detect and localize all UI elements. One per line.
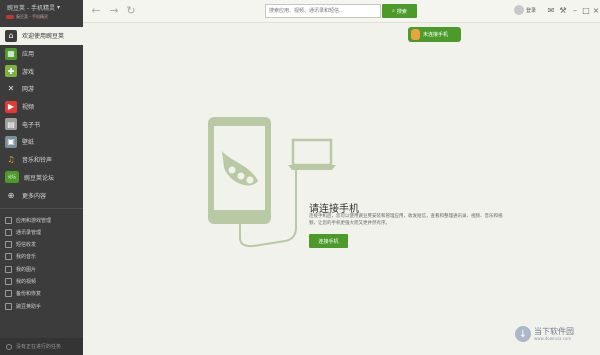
gamepad-icon: ✚ [5, 65, 17, 78]
search-input[interactable] [265, 4, 381, 18]
backup-icon [5, 290, 12, 298]
sidebar-subitem-label: 通讯录管理 [16, 229, 42, 236]
sidebar-subitem-label: 我的音乐 [16, 254, 37, 261]
sidebar-item-label: 欢迎使用豌豆荚 [22, 33, 65, 41]
sidebar-item-label: 电子书 [22, 121, 41, 129]
sidebar-nav: ⌂ 欢迎使用豌豆荚 ▦ 应用 ✚ 游戏 ✕ 网游 ▶ 视频 ▤ 电子书 ▣ 壁纸… [0, 27, 83, 312]
brand-pill-icon [6, 15, 14, 19]
task-status-icon [6, 343, 12, 350]
connect-phone-button[interactable]: 连接手机 [309, 234, 348, 248]
sidebar-subitem-label: 短信收发 [16, 242, 37, 249]
sidebar-subitem-my-videos[interactable]: 我的视频 [0, 275, 83, 287]
back-arrow-icon[interactable]: ← [90, 5, 102, 17]
sidebar-item-label: 应用 [22, 51, 35, 59]
app-title-text: 豌豆荚 - 手机精灵 [7, 5, 55, 12]
assistant-icon [5, 302, 12, 310]
sidebar-subitem-label: 豌豆荚助手 [16, 303, 42, 310]
phone-laptop-illustration [208, 117, 336, 248]
search-button-label: 搜索 [396, 8, 407, 15]
watermark-text-block: 当下软件园 www.downxia.com [534, 327, 574, 341]
minimize-icon[interactable]: – [570, 5, 580, 17]
sidebar-item-welcome[interactable]: ⌂ 欢迎使用豌豆荚 [0, 27, 83, 45]
chevron-down-icon[interactable]: ▾ [57, 4, 60, 11]
sidebar-item-label: 豌豆荚论坛 [24, 174, 55, 182]
laptop-base-shape [288, 165, 336, 170]
search-button[interactable]: ⌕ 搜索 [382, 4, 417, 18]
sidebar-item-wallpaper[interactable]: ▣ 壁纸 [0, 133, 83, 151]
search-icon: ⌕ [392, 8, 395, 14]
forum-icon: 论坛 [5, 171, 19, 184]
login-area[interactable]: 登录 [514, 5, 536, 15]
task-status-bar: 没有正在进行的任务 [0, 338, 83, 355]
apps-icon: ▦ [5, 47, 17, 60]
sidebar-divider [0, 207, 83, 209]
sidebar-item-label: 壁纸 [22, 139, 35, 147]
sidebar-subitem-label: 备份和恢复 [16, 291, 42, 298]
app-title: 豌豆荚 - 手机精灵 ▾ [7, 3, 60, 12]
sidebar-subitem-app-manager[interactable]: 应用和游戏管理 [0, 214, 83, 226]
wallpaper-icon: ▣ [5, 135, 17, 148]
sidebar-subitem-my-pictures[interactable]: 我的图片 [0, 263, 83, 275]
connect-prompt-description: 连接手机后，您可以使用豌豆荚安装和管理应用，收发短信，查看和整理通讯录、视频、音… [309, 214, 503, 226]
sidebar-item-label: 网游 [22, 86, 35, 94]
sidebar-item-apps[interactable]: ▦ 应用 [0, 45, 83, 63]
sidebar-subitem-label: 我的视频 [16, 279, 37, 285]
sidebar-item-video[interactable]: ▶ 视频 [0, 98, 83, 116]
sidebar-subitem-backup[interactable]: 备份和恢复 [0, 288, 83, 300]
refresh-icon[interactable]: ↻ [125, 5, 137, 17]
microphone-icon [411, 29, 420, 40]
app-subtitle-text: 豌豆荚 - 手机精灵 [16, 14, 48, 19]
download-logo-icon: ↓ [515, 326, 531, 342]
contacts-icon [5, 228, 12, 236]
forward-arrow-icon[interactable]: → [108, 5, 120, 17]
app-manager-icon [5, 216, 12, 224]
sidebar-item-games[interactable]: ✚ 游戏 [0, 62, 83, 80]
picture-icon [5, 265, 12, 273]
sidebar-subitem-assistant[interactable]: 豌豆荚助手 [0, 300, 83, 312]
task-status-text: 没有正在进行的任务 [16, 344, 62, 350]
close-icon[interactable]: × [591, 5, 600, 17]
video-icon: ▶ [5, 100, 17, 113]
app-subtitle: 豌豆荚 - 手机精灵 [6, 14, 48, 20]
sidebar-item-label: 游戏 [22, 68, 35, 76]
login-label: 登录 [526, 7, 537, 14]
sidebar-item-label: 更多内容 [22, 192, 47, 200]
sms-icon [5, 241, 12, 249]
wrench-icon[interactable]: ⚒ [558, 5, 568, 17]
sword-icon: ✕ [5, 82, 17, 95]
sidebar-item-forum[interactable]: 论坛 豌豆荚论坛 [0, 169, 83, 187]
sidebar-item-label: 音乐和铃声 [22, 157, 53, 165]
watermark-url: www.downxia.com [534, 336, 572, 341]
maximize-icon[interactable]: □ [581, 5, 591, 17]
home-icon: ⌂ [5, 29, 17, 42]
watermark-text: 当下软件园 [534, 327, 574, 336]
avatar [514, 5, 524, 15]
sidebar-subitem-label: 我的图片 [16, 266, 37, 273]
watermark: ↓ 当下软件园 www.downxia.com [515, 326, 574, 342]
message-icon[interactable]: ✉ [546, 5, 556, 17]
laptop-screen-shape [291, 138, 333, 167]
sidebar-item-label: 视频 [22, 104, 35, 112]
film-icon [5, 278, 12, 285]
sidebar-subitem-sms[interactable]: 短信收发 [0, 238, 83, 250]
more-icon: ⊕ [5, 189, 17, 202]
sidebar-item-online-games[interactable]: ✕ 网游 [0, 80, 83, 98]
sidebar-item-more[interactable]: ⊕ 更多内容 [0, 186, 83, 204]
music-icon: ♫ [5, 153, 17, 166]
sidebar-subitem-contacts[interactable]: 通讯录管理 [0, 226, 83, 238]
sidebar-subitem-label: 应用和游戏管理 [16, 217, 52, 224]
sidebar: 豌豆荚 - 手机精灵 ▾ 豌豆荚 - 手机精灵 ⌂ 欢迎使用豌豆荚 ▦ 应用 ✚… [0, 0, 83, 355]
unconnected-label: 未连接手机 [423, 32, 449, 38]
book-icon: ▤ [5, 118, 17, 131]
top-toolbar: ← → ↻ ⌕ 搜索 登录 ✉ ⚒ – □ × [83, 0, 600, 23]
music-note-icon [5, 253, 12, 261]
sidebar-item-ebook[interactable]: ▤ 电子书 [0, 115, 83, 133]
sidebar-subitem-my-music[interactable]: 我的音乐 [0, 251, 83, 263]
unconnected-badge[interactable]: 未连接手机 [408, 27, 461, 42]
sidebar-item-music[interactable]: ♫ 音乐和铃声 [0, 151, 83, 169]
